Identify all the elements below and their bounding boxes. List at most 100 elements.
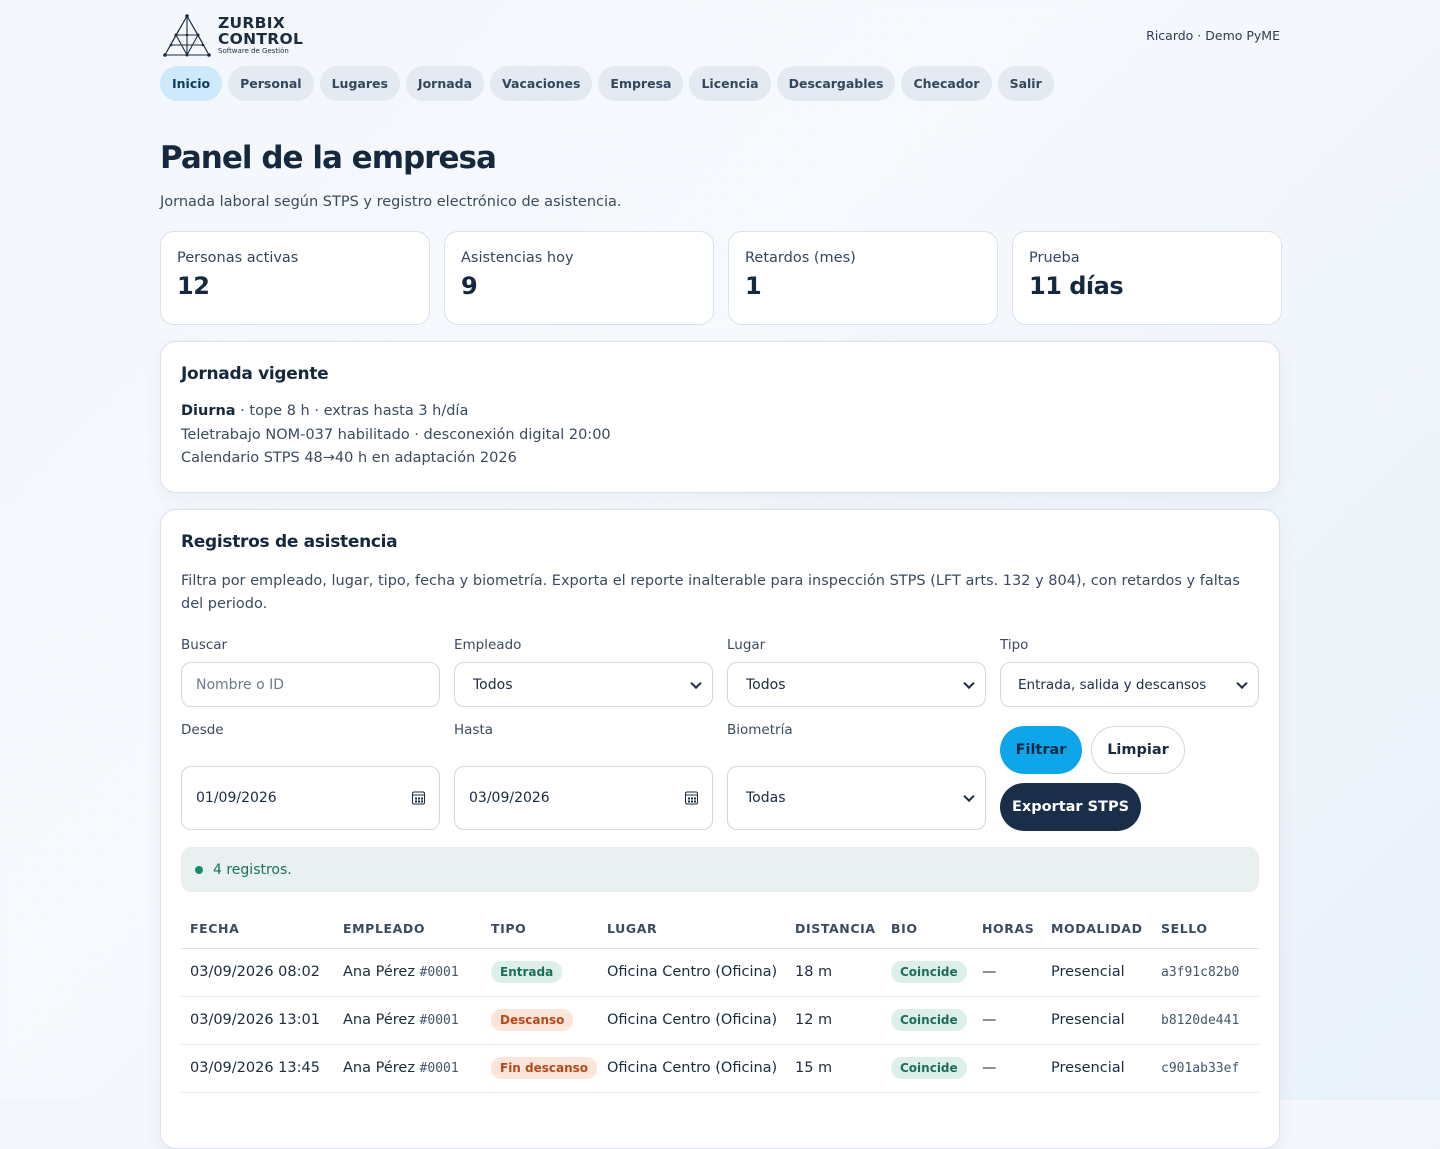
employee-name: Ana Pérez [343,964,415,980]
col-modalidad[interactable]: MODALIDAD [1042,910,1152,949]
registros-card: Registros de asistencia Filtra por emple… [160,509,1280,1149]
col-empleado[interactable]: EMPLEADO [334,910,482,949]
employee-name: Ana Pérez [343,1012,415,1028]
hasta-label: Hasta [454,722,494,738]
table-row[interactable]: 03/09/2026 08:02 Ana Pérez #0001 Entrada… [181,948,1259,997]
cell-modalidad: Presencial [1042,996,1152,1045]
cell-sello: a3f91c82b0 [1152,948,1259,997]
stat-card-asistencias: Asistencias hoy 9 [444,231,714,325]
cell-empleado: Ana Pérez #0001 [334,948,482,997]
stat-label: Asistencias hoy [461,250,574,266]
nav-vacaciones[interactable]: Vacaciones [490,66,593,101]
stat-label: Retardos (mes) [745,250,856,266]
results-status-banner: 4 registros. [181,847,1259,892]
results-count: 4 registros. [213,861,292,878]
employee-id: #0001 [419,965,459,980]
nav-personal[interactable]: Personal [228,66,314,101]
col-sello[interactable]: SELLO [1152,910,1259,949]
tipo-select-value: Entrada, salida y descansos [1018,676,1207,693]
cell-bio: Coincide [882,1044,973,1093]
nav-jornada[interactable]: Jornada [405,66,485,101]
bio-badge: Coincide [891,1009,967,1031]
exportar-stps-button[interactable]: Exportar STPS [1000,783,1141,831]
stat-label: Prueba [1029,250,1080,266]
jornada-limits: · tope 8 h · extras hasta 3 h/día [235,403,469,419]
nav-licencia[interactable]: Licencia [689,66,771,101]
employee-name: Ana Pérez [343,1060,415,1076]
col-distancia[interactable]: DISTANCIA [786,910,882,949]
table-header-row: FECHA EMPLEADO TIPO LUGAR DISTANCIA BIO … [181,910,1259,949]
calendar-icon[interactable] [412,791,425,805]
buscar-input[interactable]: Nombre o ID [181,662,440,707]
page-subtitle: Jornada laboral según STPS y registro el… [160,194,622,210]
buscar-label: Buscar [181,637,228,653]
brand-logo[interactable]: ZURBIX CONTROL Software de Gestión [160,12,303,58]
tipo-badge: Fin descanso [491,1057,598,1079]
chevron-down-icon [1236,677,1248,689]
col-bio[interactable]: BIO [882,910,973,949]
jornada-title: Jornada vigente [181,364,329,384]
filtrar-button[interactable]: Filtrar [1000,726,1082,774]
page-title: Panel de la empresa [160,140,497,176]
biometria-select[interactable]: Todas [727,766,986,830]
cell-tipo: Descanso [482,996,598,1045]
cell-lugar: Oficina Centro (Oficina) [598,948,786,997]
nav-empresa[interactable]: Empresa [598,66,684,101]
table-row[interactable]: 03/09/2026 13:45 Ana Pérez #0001 Fin des… [181,1044,1259,1093]
table-row[interactable]: 03/09/2026 13:01 Ana Pérez #0001 Descans… [181,996,1259,1045]
col-fecha[interactable]: FECHA [181,910,334,949]
stat-card-retardos: Retardos (mes) 1 [728,231,998,325]
calendar-icon[interactable] [685,791,698,805]
jornada-card: Jornada vigente Diurna · tope 8 h · extr… [160,341,1280,493]
cell-horas: — [973,996,1042,1045]
tipo-label: Tipo [1000,637,1029,653]
registros-title: Registros de asistencia [181,532,398,552]
chevron-down-icon [963,677,975,689]
brand-name-line2: CONTROL [218,30,304,48]
nav-lugares[interactable]: Lugares [319,66,400,101]
chevron-down-icon [963,790,975,803]
nav-salir[interactable]: Salir [997,66,1054,101]
cell-fecha: 03/09/2026 13:01 [181,996,334,1045]
cell-bio: Coincide [882,948,973,997]
brand-tagline: Software de Gestión [218,47,289,55]
stat-value: 1 [745,272,762,300]
cell-modalidad: Presencial [1042,1044,1152,1093]
stat-value: 11 días [1029,272,1124,300]
cell-empleado: Ana Pérez #0001 [334,996,482,1045]
cell-distancia: 18 m [786,948,882,997]
cell-sello: c901ab33ef [1152,1044,1259,1093]
desde-date-input[interactable]: 01/09/2026 [181,766,440,830]
jornada-type: Diurna [181,403,236,419]
col-horas[interactable]: HORAS [973,910,1042,949]
lugar-select[interactable]: Todos [727,662,986,707]
hasta-date-input[interactable]: 03/09/2026 [454,766,713,830]
lugar-label: Lugar [727,637,766,653]
biometria-label: Biometría [727,722,793,738]
empleado-select-value: Todos [473,676,513,693]
nav-descargables[interactable]: Descargables [776,66,896,101]
stats-row: Personas activas 12 Asistencias hoy 9 Re… [160,231,1282,325]
stat-card-prueba: Prueba 11 días [1012,231,1282,325]
chevron-down-icon [690,677,702,689]
col-tipo[interactable]: TIPO [482,910,598,949]
jornada-line-1: Diurna · tope 8 h · extras hasta 3 h/día [181,400,1259,424]
tipo-select[interactable]: Entrada, salida y descansos [1000,662,1259,707]
nav-inicio[interactable]: Inicio [160,66,223,101]
stat-value: 12 [177,272,210,300]
user-account-label[interactable]: Ricardo · Demo PyME [1146,28,1280,43]
cell-tipo: Fin descanso [482,1044,598,1093]
stat-label: Personas activas [177,250,299,266]
cell-horas: — [973,948,1042,997]
cell-distancia: 12 m [786,996,882,1045]
empleado-select[interactable]: Todos [454,662,713,707]
bio-badge: Coincide [891,1057,967,1079]
col-lugar[interactable]: LUGAR [598,910,786,949]
status-dot-icon [195,865,203,874]
tipo-badge: Entrada [491,961,563,983]
cell-lugar: Oficina Centro (Oficina) [598,1044,786,1093]
nav-checador[interactable]: Checador [901,66,992,101]
cell-sello: b8120de441 [1152,996,1259,1045]
limpiar-button[interactable]: Limpiar [1091,726,1185,774]
tipo-badge: Descanso [491,1009,574,1031]
